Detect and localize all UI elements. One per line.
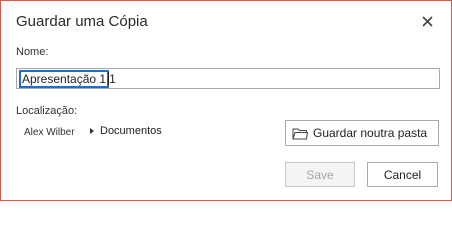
selected-text: Apresentação 1 bbox=[18, 69, 110, 88]
name-label: Nome: bbox=[16, 46, 49, 58]
name-value-rest: 1 bbox=[109, 71, 116, 86]
save-to-other-folder-button[interactable]: Guardar noutra pasta bbox=[285, 120, 439, 146]
location-label: Localização: bbox=[16, 105, 78, 117]
close-icon bbox=[421, 15, 433, 27]
folder-icon bbox=[292, 127, 308, 140]
chevron-right-icon bbox=[90, 128, 94, 134]
location-user: Alex Wilber bbox=[24, 127, 75, 138]
cancel-button[interactable]: Cancel bbox=[367, 162, 438, 187]
save-copy-dialog: Guardar uma Cópia Nome: Apresentação 1 1… bbox=[0, 0, 452, 201]
name-input[interactable]: Apresentação 1 1 bbox=[16, 68, 440, 89]
save-button[interactable]: Save bbox=[285, 162, 355, 187]
close-button[interactable] bbox=[416, 10, 438, 32]
location-folder-label: Documentos bbox=[100, 125, 162, 137]
dialog-title: Guardar uma Cópia bbox=[16, 13, 148, 30]
folder-button-label: Guardar noutra pasta bbox=[313, 126, 428, 140]
location-folder-link[interactable]: Documentos bbox=[90, 125, 162, 137]
